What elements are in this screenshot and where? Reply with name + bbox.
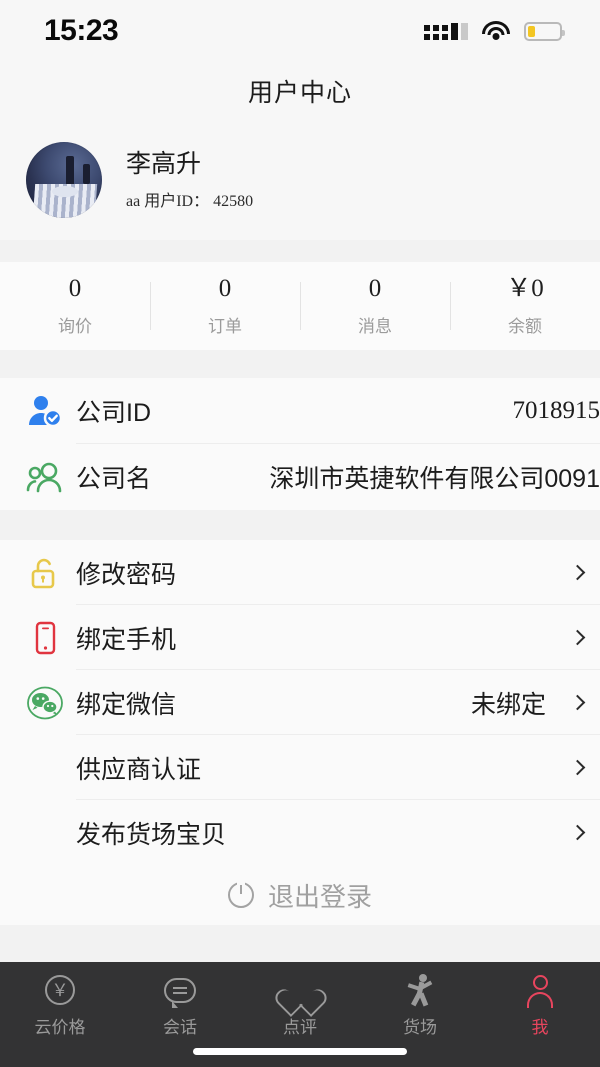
phone-icon (14, 621, 76, 655)
stat-label: 余额 (508, 317, 542, 337)
avatar[interactable] (26, 142, 102, 218)
chevron-right-icon[interactable] (560, 564, 594, 581)
power-icon (227, 882, 254, 908)
users-group-icon (14, 461, 76, 493)
stat-value: 0 (218, 274, 232, 302)
stat-balance[interactable]: ￥0 余额 (450, 275, 600, 338)
profile-user-id: aa 用户ID： 42580 (126, 192, 254, 210)
stat-value: 0 (368, 274, 382, 302)
stat-label: 消息 (358, 317, 392, 337)
wifi-icon (482, 21, 510, 41)
chevron-right-icon[interactable] (560, 694, 594, 711)
profile-header[interactable]: 李高升 aa 用户ID： 42580 (0, 120, 600, 240)
menu-value: 未绑定 (470, 691, 546, 719)
running-icon (406, 974, 434, 1007)
navigation-bar: 用户中心 (0, 62, 600, 120)
row-company-id[interactable]: 公司ID 7018915 (0, 378, 600, 444)
logout-button[interactable]: 退出登录 (0, 865, 600, 925)
chevron-right-icon[interactable] (560, 629, 594, 646)
status-bar: 15:23 (0, 0, 600, 62)
signal-dots-icon (424, 22, 468, 40)
tab-label: 会话 (163, 1018, 197, 1037)
stats-card: 0 询价 0 订单 0 消息 ￥0 余额 (0, 262, 600, 350)
row-company-name[interactable]: 公司名 深圳市英捷软件有限公司0091 (0, 444, 600, 510)
menu-label: 绑定微信 (76, 690, 177, 719)
menu-label: 供应商认证 (76, 755, 202, 784)
tab-label: 云价格 (34, 1018, 86, 1037)
company-info-card: 公司ID 7018915 公司名 深圳市英捷软件有限公司0091 (0, 378, 600, 510)
menu-item-change-password[interactable]: 修改密码 (0, 540, 600, 605)
tab-label: 我 (531, 1018, 549, 1037)
profile-name: 李高升 (126, 150, 202, 179)
wechat-icon (14, 686, 76, 720)
tab-yard[interactable]: 货场 (360, 974, 480, 1038)
menu-item-bind-wechat[interactable]: 绑定微信 未绑定 (0, 670, 600, 735)
menu-label: 绑定手机 (76, 625, 177, 654)
heart-icon (285, 974, 315, 1006)
status-time: 15:23 (44, 14, 119, 47)
menu-label: 修改密码 (76, 560, 177, 589)
stat-label: 订单 (208, 317, 242, 337)
chevron-right-icon[interactable] (560, 824, 594, 841)
battery-low-icon (524, 21, 565, 41)
menu-item-bind-phone[interactable]: 绑定手机 (0, 605, 600, 670)
tab-reviews[interactable]: 点评 (240, 974, 360, 1038)
page-title: 用户中心 (247, 79, 352, 107)
tab-me[interactable]: 我 (480, 974, 600, 1038)
menu-label: 发布货场宝贝 (76, 820, 227, 849)
logout-label: 退出登录 (267, 881, 372, 912)
row-value: 深圳市英捷软件有限公司0091 (269, 465, 600, 493)
yen-circle-icon: ￥ (45, 974, 75, 1006)
home-indicator[interactable] (193, 1048, 407, 1055)
chat-bubble-icon (164, 974, 196, 1008)
menu-item-publish-yard-item[interactable]: 发布货场宝贝 (0, 800, 600, 865)
stat-value: ￥0 (506, 274, 544, 302)
stat-value: 0 (68, 274, 82, 302)
chevron-right-icon[interactable] (560, 759, 594, 776)
stat-inquiries[interactable]: 0 询价 (0, 275, 150, 338)
section-gap (0, 510, 600, 540)
tab-cloud-price[interactable]: ￥ 云价格 (0, 974, 120, 1038)
tab-label: 货场 (403, 1018, 437, 1037)
person-icon (525, 974, 555, 1008)
stat-label: 询价 (58, 317, 92, 337)
settings-menu-card: 修改密码 绑定手机 绑定微信 未绑定 供应商认证 发布货场宝贝 (0, 540, 600, 865)
row-label: 公司ID (76, 399, 152, 427)
profile-text: 李高升 aa 用户ID： 42580 (126, 149, 253, 210)
menu-item-supplier-certification[interactable]: 供应商认证 (0, 735, 600, 800)
unlock-icon (14, 556, 76, 590)
tab-chat[interactable]: 会话 (120, 974, 240, 1038)
user-verified-icon (14, 394, 76, 428)
stat-orders[interactable]: 0 订单 (150, 275, 300, 338)
status-icons (424, 21, 565, 41)
section-gap (0, 350, 600, 378)
row-value: 7018915 (512, 397, 600, 424)
tab-bar: ￥ 云价格 会话 点评 货场 我 (0, 962, 600, 1067)
tab-label: 点评 (283, 1018, 317, 1037)
row-label: 公司名 (76, 465, 152, 493)
stat-messages[interactable]: 0 消息 (300, 275, 450, 338)
